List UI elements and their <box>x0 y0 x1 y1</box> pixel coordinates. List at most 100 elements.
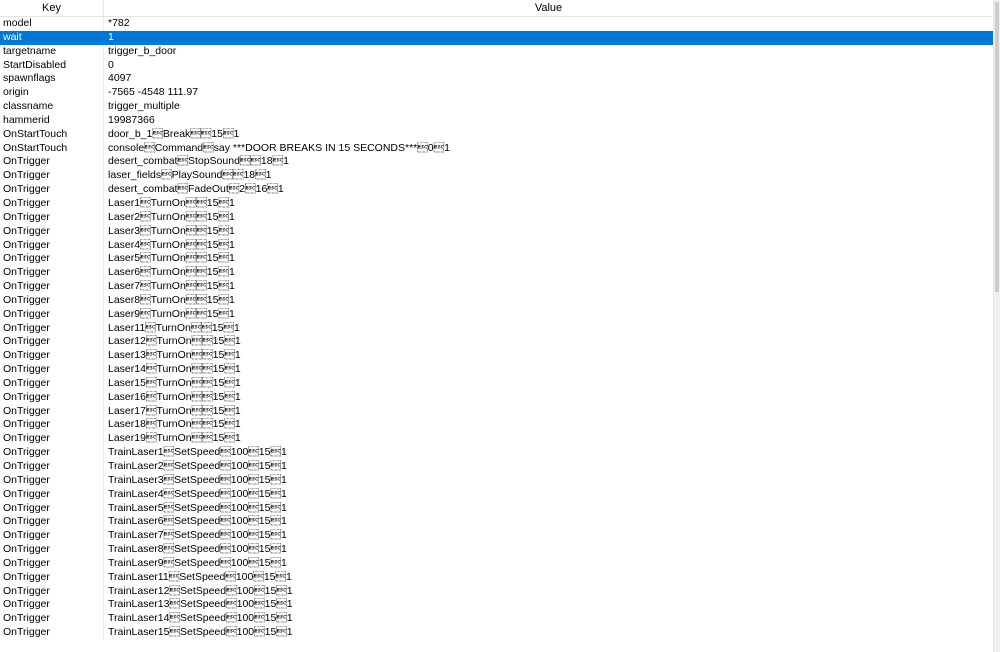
table-row[interactable]: OnTrigger Laser11TurnOn151 <box>0 321 993 336</box>
value-cell[interactable]: Laser6TurnOn151 <box>104 266 993 280</box>
value-cell[interactable]: Laser11TurnOn151 <box>104 322 993 336</box>
key-cell[interactable]: OnTrigger <box>0 570 104 585</box>
table-row[interactable]: OnTrigger desert_combatFadeOut2161 <box>0 183 993 197</box>
value-cell[interactable]: Laser12TurnOn151 <box>104 335 993 349</box>
key-cell[interactable]: OnTrigger <box>0 584 104 599</box>
value-cell[interactable]: TrainLaser15SetSpeed100151 <box>104 626 993 640</box>
table-row[interactable]: OnTrigger TrainLaser11SetSpeed100151 <box>0 570 993 585</box>
table-row[interactable]: OnTrigger Laser1TurnOn151 <box>0 196 993 211</box>
table-row[interactable]: OnTrigger TrainLaser7SetSpeed100151 <box>0 529 993 544</box>
value-cell[interactable]: trigger_b_door <box>104 45 993 59</box>
table-row[interactable]: OnTrigger TrainLaser9SetSpeed100151 <box>0 556 993 571</box>
value-cell[interactable]: Laser1TurnOn151 <box>104 197 993 211</box>
key-cell[interactable]: origin <box>0 86 104 101</box>
table-row[interactable]: OnTrigger TrainLaser8SetSpeed100151 <box>0 543 993 557</box>
table-row[interactable]: OnTrigger Laser14TurnOn151 <box>0 363 993 377</box>
value-cell[interactable]: consoleCommandsay ***DOOR BREAKS IN 15… <box>104 142 993 156</box>
key-cell[interactable]: OnTrigger <box>0 460 104 474</box>
value-cell[interactable]: TrainLaser14SetSpeed100151 <box>104 612 993 626</box>
key-cell[interactable]: OnTrigger <box>0 183 104 197</box>
table-row[interactable]: OnTrigger Laser6TurnOn151 <box>0 266 993 281</box>
key-cell[interactable]: targetname <box>0 44 104 59</box>
table-row[interactable]: OnTrigger Laser18TurnOn151 <box>0 418 993 433</box>
value-cell[interactable]: 4097 <box>104 72 993 86</box>
key-cell[interactable]: OnTrigger <box>0 169 104 184</box>
table-row[interactable]: StartDisabled 0 <box>0 58 993 73</box>
table-row[interactable]: OnTrigger TrainLaser15SetSpeed100151 <box>0 626 993 640</box>
table-row[interactable]: spawnflags 4097 <box>0 72 993 87</box>
key-cell[interactable]: OnTrigger <box>0 556 104 571</box>
key-cell[interactable]: OnTrigger <box>0 349 104 364</box>
value-cell[interactable]: desert_combatStopSound181 <box>104 155 993 169</box>
value-cell[interactable]: TrainLaser7SetSpeed100151 <box>104 529 993 543</box>
table-row[interactable]: OnTrigger TrainLaser3SetSpeed100151 <box>0 473 993 488</box>
table-row[interactable]: OnTrigger Laser7TurnOn151 <box>0 280 993 294</box>
value-cell[interactable]: Laser14TurnOn151 <box>104 363 993 377</box>
key-cell[interactable]: OnTrigger <box>0 376 104 391</box>
value-cell[interactable]: laser_fieldsPlaySound181 <box>104 169 993 183</box>
value-cell[interactable]: door_b_1Break151 <box>104 128 993 142</box>
key-cell[interactable]: OnTrigger <box>0 612 104 627</box>
key-cell[interactable]: OnTrigger <box>0 321 104 336</box>
table-row[interactable]: OnTrigger TrainLaser14SetSpeed100151 <box>0 612 993 627</box>
table-row[interactable]: targetname trigger_b_door <box>0 44 993 59</box>
key-cell[interactable]: OnTrigger <box>0 418 104 433</box>
value-cell[interactable]: TrainLaser6SetSpeed100151 <box>104 515 993 529</box>
table-row[interactable]: OnTrigger Laser9TurnOn151 <box>0 307 993 322</box>
table-row[interactable]: OnTrigger Laser16TurnOn151 <box>0 390 993 405</box>
value-cell[interactable]: Laser18TurnOn151 <box>104 418 993 432</box>
value-cell[interactable]: trigger_multiple <box>104 100 993 114</box>
value-column-header[interactable]: Value <box>104 0 993 16</box>
table-row[interactable]: classname trigger_multiple <box>0 100 993 114</box>
key-cell[interactable]: OnTrigger <box>0 266 104 281</box>
value-cell[interactable]: TrainLaser5SetSpeed100151 <box>104 502 993 516</box>
value-cell[interactable]: Laser15TurnOn151 <box>104 377 993 391</box>
key-cell[interactable]: OnTrigger <box>0 293 104 308</box>
value-cell[interactable]: Laser9TurnOn151 <box>104 308 993 322</box>
value-cell[interactable]: Laser19TurnOn151 <box>104 432 993 446</box>
value-cell[interactable]: TrainLaser11SetSpeed100151 <box>104 571 993 585</box>
key-cell[interactable]: OnTrigger <box>0 473 104 488</box>
key-cell[interactable]: OnTrigger <box>0 390 104 405</box>
key-cell[interactable]: OnTrigger <box>0 252 104 267</box>
value-cell[interactable]: TrainLaser1SetSpeed100151 <box>104 446 993 460</box>
key-cell[interactable]: OnTrigger <box>0 501 104 516</box>
key-cell[interactable]: OnTrigger <box>0 515 104 530</box>
key-cell[interactable]: OnTrigger <box>0 335 104 350</box>
scrollbar-thumb[interactable] <box>995 2 999 292</box>
key-cell[interactable]: wait <box>0 30 104 45</box>
value-cell[interactable]: TrainLaser3SetSpeed100151 <box>104 474 993 488</box>
key-cell[interactable]: OnTrigger <box>0 155 104 170</box>
table-row[interactable]: OnStartTouch door_b_1Break151 <box>0 127 993 142</box>
table-row[interactable]: OnTrigger Laser4TurnOn151 <box>0 238 993 253</box>
table-row[interactable]: OnTrigger TrainLaser13SetSpeed100151 <box>0 598 993 613</box>
key-cell[interactable]: model <box>0 17 104 31</box>
table-row[interactable]: model *782 <box>0 17 993 31</box>
value-cell[interactable]: 0 <box>104 59 993 73</box>
value-cell[interactable]: Laser8TurnOn151 <box>104 294 993 308</box>
value-cell[interactable]: Laser3TurnOn151 <box>104 225 993 239</box>
value-cell[interactable]: TrainLaser12SetSpeed100151 <box>104 585 993 599</box>
table-row[interactable]: OnTrigger Laser15TurnOn151 <box>0 376 993 391</box>
value-cell[interactable]: Laser13TurnOn151 <box>104 349 993 363</box>
table-row[interactable]: OnTrigger desert_combatStopSound181 <box>0 155 993 170</box>
value-cell[interactable]: Laser2TurnOn151 <box>104 211 993 225</box>
key-column-header[interactable]: Key <box>0 0 104 16</box>
table-row[interactable]: OnTrigger Laser5TurnOn151 <box>0 252 993 267</box>
value-cell[interactable]: TrainLaser4SetSpeed100151 <box>104 488 993 502</box>
table-row[interactable]: OnTrigger Laser17TurnOn151 <box>0 404 993 419</box>
table-row[interactable]: OnTrigger TrainLaser1SetSpeed100151 <box>0 446 993 460</box>
key-cell[interactable]: OnTrigger <box>0 238 104 253</box>
table-row[interactable]: OnTrigger laser_fieldsPlaySound181 <box>0 169 993 184</box>
table-row[interactable]: OnTrigger Laser2TurnOn151 <box>0 210 993 225</box>
key-cell[interactable]: OnTrigger <box>0 404 104 419</box>
table-row[interactable]: hammerid 19987366 <box>0 113 993 128</box>
key-cell[interactable]: OnTrigger <box>0 307 104 322</box>
table-row[interactable]: OnTrigger TrainLaser6SetSpeed100151 <box>0 515 993 530</box>
key-cell[interactable]: OnStartTouch <box>0 141 104 156</box>
value-cell[interactable]: TrainLaser8SetSpeed100151 <box>104 543 993 557</box>
key-cell[interactable]: StartDisabled <box>0 58 104 73</box>
table-row[interactable]: OnTrigger Laser13TurnOn151 <box>0 349 993 364</box>
value-cell[interactable]: -7565 -4548 111.97 <box>104 86 993 100</box>
key-cell[interactable]: OnTrigger <box>0 196 104 211</box>
